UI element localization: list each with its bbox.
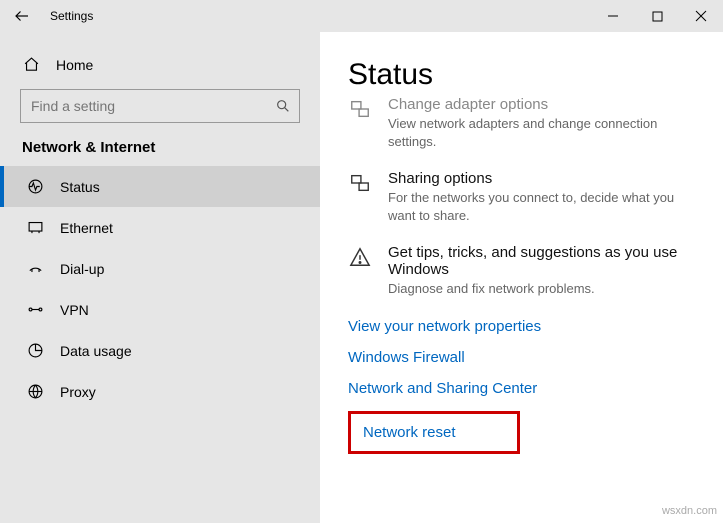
search-box[interactable] [20, 89, 300, 123]
adapter-icon [348, 96, 372, 150]
search-input[interactable] [29, 97, 275, 115]
nav-item-vpn[interactable]: VPN [0, 289, 320, 330]
proxy-icon [26, 383, 44, 400]
option-desc: Diagnose and fix network problems. [388, 280, 703, 298]
home-link[interactable]: Home [0, 50, 320, 83]
nav-label: Proxy [60, 384, 96, 400]
ethernet-icon [26, 219, 44, 236]
watermark: wsxdn.com [662, 505, 717, 517]
option-title: Change adapter options [388, 96, 703, 113]
nav-label: Ethernet [60, 220, 113, 236]
nav-item-proxy[interactable]: Proxy [0, 371, 320, 412]
nav-item-status[interactable]: Status [0, 166, 320, 207]
nav-label: Dial-up [60, 261, 104, 277]
option-desc: View network adapters and change connect… [388, 115, 703, 150]
nav-item-datausage[interactable]: Data usage [0, 330, 320, 371]
maximize-button[interactable] [635, 0, 679, 32]
option-desc: For the networks you connect to, decide … [388, 189, 703, 224]
dialup-icon [26, 260, 44, 277]
nav-item-ethernet[interactable]: Ethernet [0, 207, 320, 248]
sidebar: Home Network & Internet Status [0, 32, 320, 523]
option-title: Get tips, tricks, and suggestions as you… [388, 244, 703, 278]
nav-list: Status Ethernet Dial-up [0, 166, 320, 412]
option-adapter[interactable]: Change adapter options View network adap… [348, 96, 703, 150]
data-usage-icon [26, 342, 44, 359]
link-network-reset[interactable]: Network reset [348, 411, 520, 454]
window-title: Settings [44, 9, 93, 23]
titlebar: Settings [0, 0, 723, 32]
sharing-icon [348, 170, 372, 224]
back-button[interactable] [0, 0, 44, 32]
section-title: Network & Internet [0, 139, 320, 166]
link-windows-firewall[interactable]: Windows Firewall [348, 349, 703, 366]
option-title: Sharing options [388, 170, 703, 187]
page-title: Status [348, 58, 703, 92]
warning-icon [348, 244, 372, 298]
nav-label: Data usage [60, 343, 132, 359]
nav-item-dialup[interactable]: Dial-up [0, 248, 320, 289]
content-pane: Status Change adapter options View netwo… [320, 32, 723, 523]
vpn-icon [26, 301, 44, 318]
home-label: Home [56, 57, 93, 73]
link-sharing-center[interactable]: Network and Sharing Center [348, 380, 703, 397]
link-network-properties[interactable]: View your network properties [348, 318, 703, 335]
close-button[interactable] [679, 0, 723, 32]
nav-label: Status [60, 179, 100, 195]
option-sharing[interactable]: Sharing options For the networks you con… [348, 170, 703, 224]
home-icon [22, 56, 40, 73]
status-icon [26, 178, 44, 195]
search-icon [275, 98, 291, 114]
nav-label: VPN [60, 302, 89, 318]
option-tips[interactable]: Get tips, tricks, and suggestions as you… [348, 244, 703, 298]
minimize-button[interactable] [591, 0, 635, 32]
